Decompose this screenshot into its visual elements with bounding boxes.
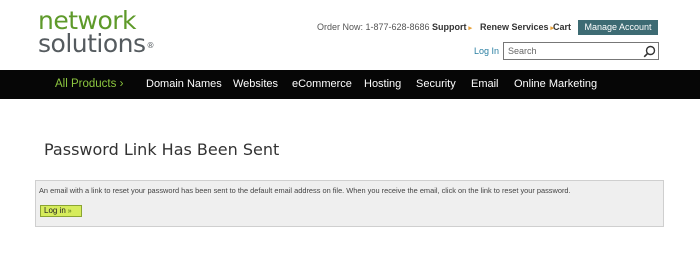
notice-message: An email with a link to reset your passw… bbox=[39, 186, 571, 195]
renew-services-label: Renew Services bbox=[480, 22, 549, 32]
logo-text-solutions-word: solutions bbox=[38, 29, 146, 58]
cart-link[interactable]: Cart bbox=[553, 22, 571, 32]
nav-item-all-products[interactable]: All Products › bbox=[55, 78, 123, 90]
network-solutions-logo[interactable]: network solutions® bbox=[38, 8, 155, 58]
nav-item-security[interactable]: Security bbox=[416, 78, 456, 90]
manage-account-button[interactable]: Manage Account bbox=[578, 20, 658, 35]
notice-box: An email with a link to reset your passw… bbox=[35, 180, 664, 227]
nav-item-ecommerce[interactable]: eCommerce bbox=[292, 78, 352, 90]
nav-item-online-marketing[interactable]: Online Marketing bbox=[514, 78, 597, 90]
log-in-button-label: Log in bbox=[44, 206, 66, 215]
support-label: Support bbox=[432, 22, 467, 32]
main-nav-bar: All Products › Domain Names Websites eCo… bbox=[0, 70, 700, 99]
nav-item-email[interactable]: Email bbox=[471, 78, 499, 90]
nav-item-domain-names[interactable]: Domain Names bbox=[146, 78, 222, 90]
search-box[interactable] bbox=[503, 42, 659, 60]
nav-item-hosting[interactable]: Hosting bbox=[364, 78, 401, 90]
search-input[interactable] bbox=[508, 45, 638, 57]
nav-item-all-products-label: All Products bbox=[55, 78, 117, 90]
page-title: Password Link Has Been Sent bbox=[44, 140, 280, 159]
double-arrow-right-icon: » bbox=[67, 208, 72, 215]
logo-text-solutions: solutions® bbox=[38, 29, 155, 58]
order-phone-text: Order Now: 1-877-628-8686 bbox=[317, 22, 430, 32]
search-icon[interactable] bbox=[643, 45, 656, 58]
registered-mark: ® bbox=[146, 41, 155, 50]
support-link[interactable]: Support ▸ bbox=[432, 22, 472, 32]
renew-services-link[interactable]: Renew Services ▸ bbox=[480, 22, 554, 32]
triangle-right-icon: ▸ bbox=[468, 25, 473, 32]
log-in-button[interactable]: Log in» bbox=[40, 205, 82, 217]
log-in-link[interactable]: Log In bbox=[474, 46, 499, 56]
chevron-right-icon: › bbox=[119, 78, 124, 90]
nav-item-websites[interactable]: Websites bbox=[233, 78, 278, 90]
